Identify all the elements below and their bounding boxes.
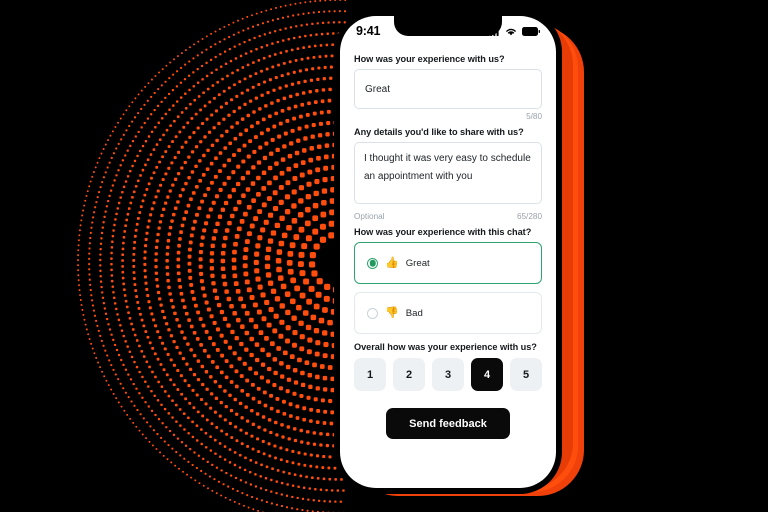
battery-icon — [522, 26, 540, 36]
submit-row: Send feedback — [354, 408, 542, 439]
phone-frame: 9:41 How was your experience with us? Gr… — [334, 10, 562, 494]
radio-bad[interactable] — [367, 307, 378, 319]
details-textarea[interactable] — [354, 142, 542, 204]
feedback-form: How was your experience with us? 5/80 An… — [340, 44, 556, 439]
rating-button-2[interactable]: 2 — [393, 358, 425, 391]
question-1-counter: 5/80 — [526, 112, 542, 121]
rating-button-3[interactable]: 3 — [432, 358, 464, 391]
question-2-label: Any details you'd like to share with us? — [354, 127, 524, 137]
question-1-label: How was your experience with us? — [354, 54, 505, 64]
question-1-meta: 5/80 — [354, 112, 542, 121]
radio-great[interactable] — [367, 257, 378, 269]
chat-rating-label-great: Great — [405, 257, 430, 269]
thumbs-up-icon: 👍 — [385, 256, 399, 269]
overall-rating-scale: 1 2 3 4 5 — [354, 358, 542, 391]
optional-label: Optional — [354, 212, 385, 221]
question-3-label: How was your experience with this chat? — [354, 227, 532, 237]
question-2-counter: 65/280 — [516, 212, 542, 221]
phone-notch — [394, 16, 502, 36]
thumbs-down-icon: 👎 — [385, 306, 399, 319]
experience-text-input[interactable] — [354, 69, 542, 109]
rating-button-4[interactable]: 4 — [471, 358, 503, 391]
chat-rating-option-bad[interactable]: 👎 Bad — [354, 292, 542, 334]
rating-button-1[interactable]: 1 — [354, 358, 386, 391]
phone-screen: 9:41 How was your experience with us? Gr… — [340, 16, 556, 488]
send-feedback-button[interactable]: Send feedback — [386, 408, 510, 439]
status-bar-time: 9:41 — [356, 24, 381, 38]
rating-button-5[interactable]: 5 — [510, 358, 542, 391]
chat-rating-label-bad: Bad — [405, 307, 423, 319]
wifi-icon — [506, 28, 516, 35]
chat-rating-option-great[interactable]: 👍 Great — [354, 242, 542, 284]
question-4-label: Overall how was your experience with us? — [354, 342, 537, 352]
scene: 9:41 How was your experience with us? Gr… — [0, 0, 768, 512]
question-2-meta: Optional 65/280 — [354, 212, 542, 221]
